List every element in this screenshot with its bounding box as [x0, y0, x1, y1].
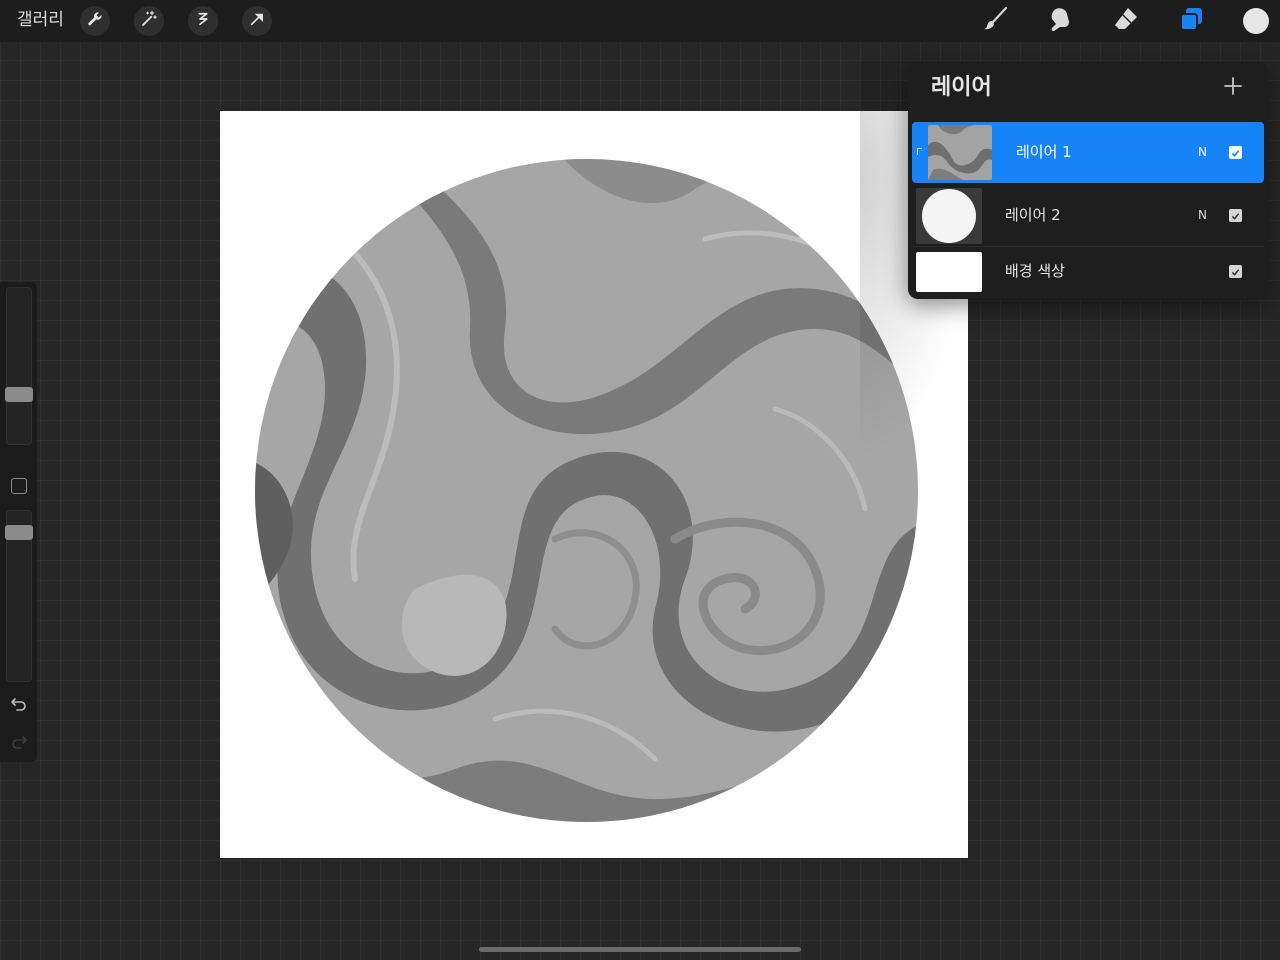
arrow-cursor-icon	[248, 10, 266, 32]
brush-size-slider[interactable]	[6, 287, 32, 445]
layers-icon	[1177, 5, 1205, 37]
selection-button[interactable]	[188, 6, 218, 36]
layers-panel: 레이어 레이어 1 N 레이어 2 N 배경 색상	[908, 62, 1268, 299]
layer-row-1[interactable]: 레이어 1 N	[912, 122, 1264, 183]
background-color-name: 배경 색상	[1005, 262, 1065, 280]
drawing-canvas[interactable]	[220, 111, 968, 858]
redo-icon	[11, 734, 27, 754]
left-sidebar	[0, 282, 37, 762]
checkmark-icon	[1231, 262, 1240, 281]
gallery-button[interactable]: 갤러리	[17, 9, 64, 31]
plus-icon	[1223, 76, 1243, 100]
layer-1-blend-mode[interactable]: N	[1198, 145, 1207, 159]
top-toolbar: 갤러리	[0, 0, 1280, 42]
redo-button[interactable]	[9, 734, 29, 754]
smudge-finger-icon	[1046, 5, 1074, 37]
eraser-icon	[1112, 5, 1140, 37]
home-indicator	[479, 947, 801, 952]
adjustments-button[interactable]	[134, 6, 164, 36]
clipping-mask-indicator	[917, 148, 922, 155]
layer-2-blend-mode[interactable]: N	[1198, 208, 1207, 222]
layer-1-thumbnail	[928, 125, 992, 180]
transform-button[interactable]	[242, 6, 272, 36]
opacity-slider-thumb[interactable]	[5, 525, 33, 540]
checkmark-icon	[1231, 206, 1240, 225]
checkmark-icon	[1231, 143, 1240, 162]
wrench-icon	[86, 10, 104, 32]
actions-button[interactable]	[80, 6, 110, 36]
layers-button[interactable]	[1174, 4, 1208, 38]
brush-button[interactable]	[978, 4, 1012, 38]
undo-button[interactable]	[9, 696, 29, 716]
color-picker-button[interactable]	[1243, 8, 1269, 34]
layer-1-visibility-checkbox[interactable]	[1229, 146, 1242, 159]
add-layer-button[interactable]	[1221, 76, 1245, 100]
selection-s-icon	[194, 10, 212, 32]
background-color-thumbnail	[916, 252, 982, 292]
modify-button[interactable]	[11, 478, 27, 494]
layers-panel-title: 레이어	[931, 75, 992, 100]
undo-icon	[11, 696, 27, 716]
layer-2-name: 레이어 2	[1005, 206, 1061, 224]
brush-size-slider-thumb[interactable]	[5, 387, 33, 402]
brush-icon	[981, 5, 1009, 37]
layer-2-visibility-checkbox[interactable]	[1229, 209, 1242, 222]
layer-1-name: 레이어 1	[1016, 143, 1072, 161]
background-visibility-checkbox[interactable]	[1229, 265, 1242, 278]
magic-wand-icon	[140, 10, 158, 32]
smudge-button[interactable]	[1043, 4, 1077, 38]
layer-row-2[interactable]: 레이어 2 N	[912, 185, 1264, 247]
marble-circle-artwork	[255, 159, 918, 822]
background-color-row[interactable]: 배경 색상	[912, 248, 1264, 296]
layer-2-thumbnail	[916, 188, 982, 244]
eraser-button[interactable]	[1109, 4, 1143, 38]
